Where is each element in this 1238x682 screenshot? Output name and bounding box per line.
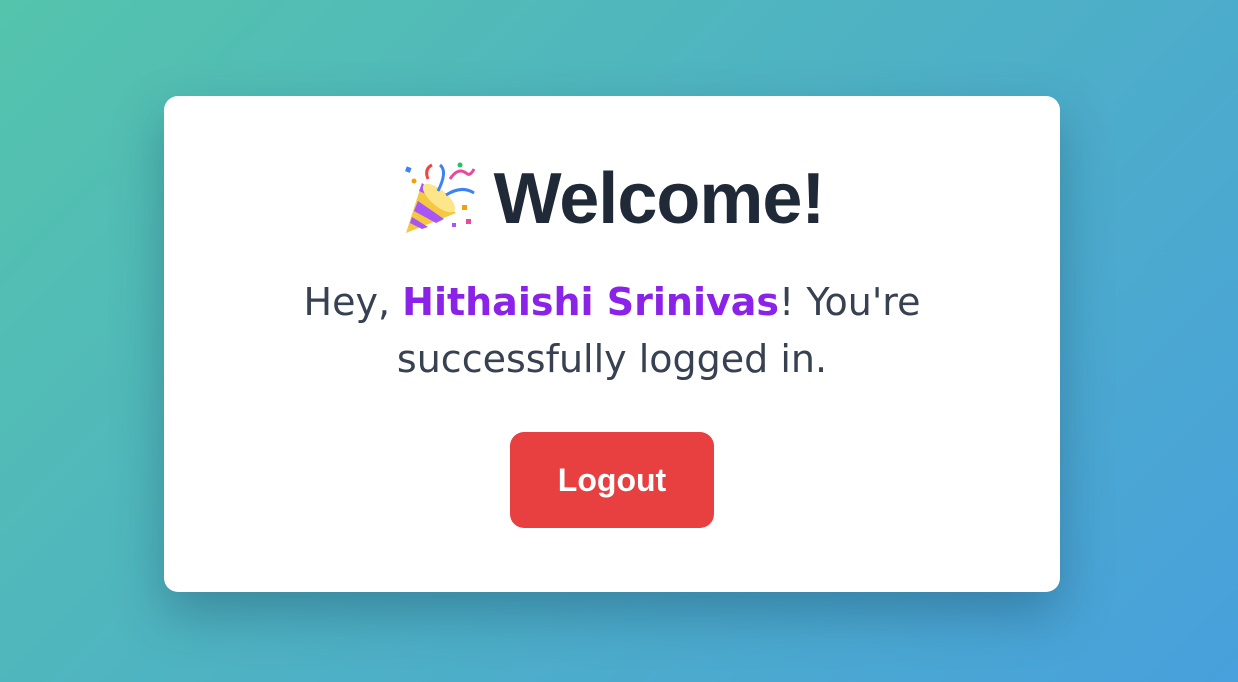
- party-popper-icon: [400, 161, 476, 237]
- welcome-message: Hey, Hithaishi Srinivas! You're successf…: [294, 274, 930, 388]
- title-row: Welcome!: [164, 154, 1060, 244]
- logout-button[interactable]: Logout: [510, 432, 714, 528]
- welcome-title: Welcome!: [493, 159, 826, 239]
- greeting-prefix: Hey,: [303, 280, 403, 324]
- user-name: Hithaishi Srinivas: [402, 280, 780, 324]
- welcome-card: Welcome! Hey, Hithaishi Srinivas! You're…: [164, 96, 1060, 592]
